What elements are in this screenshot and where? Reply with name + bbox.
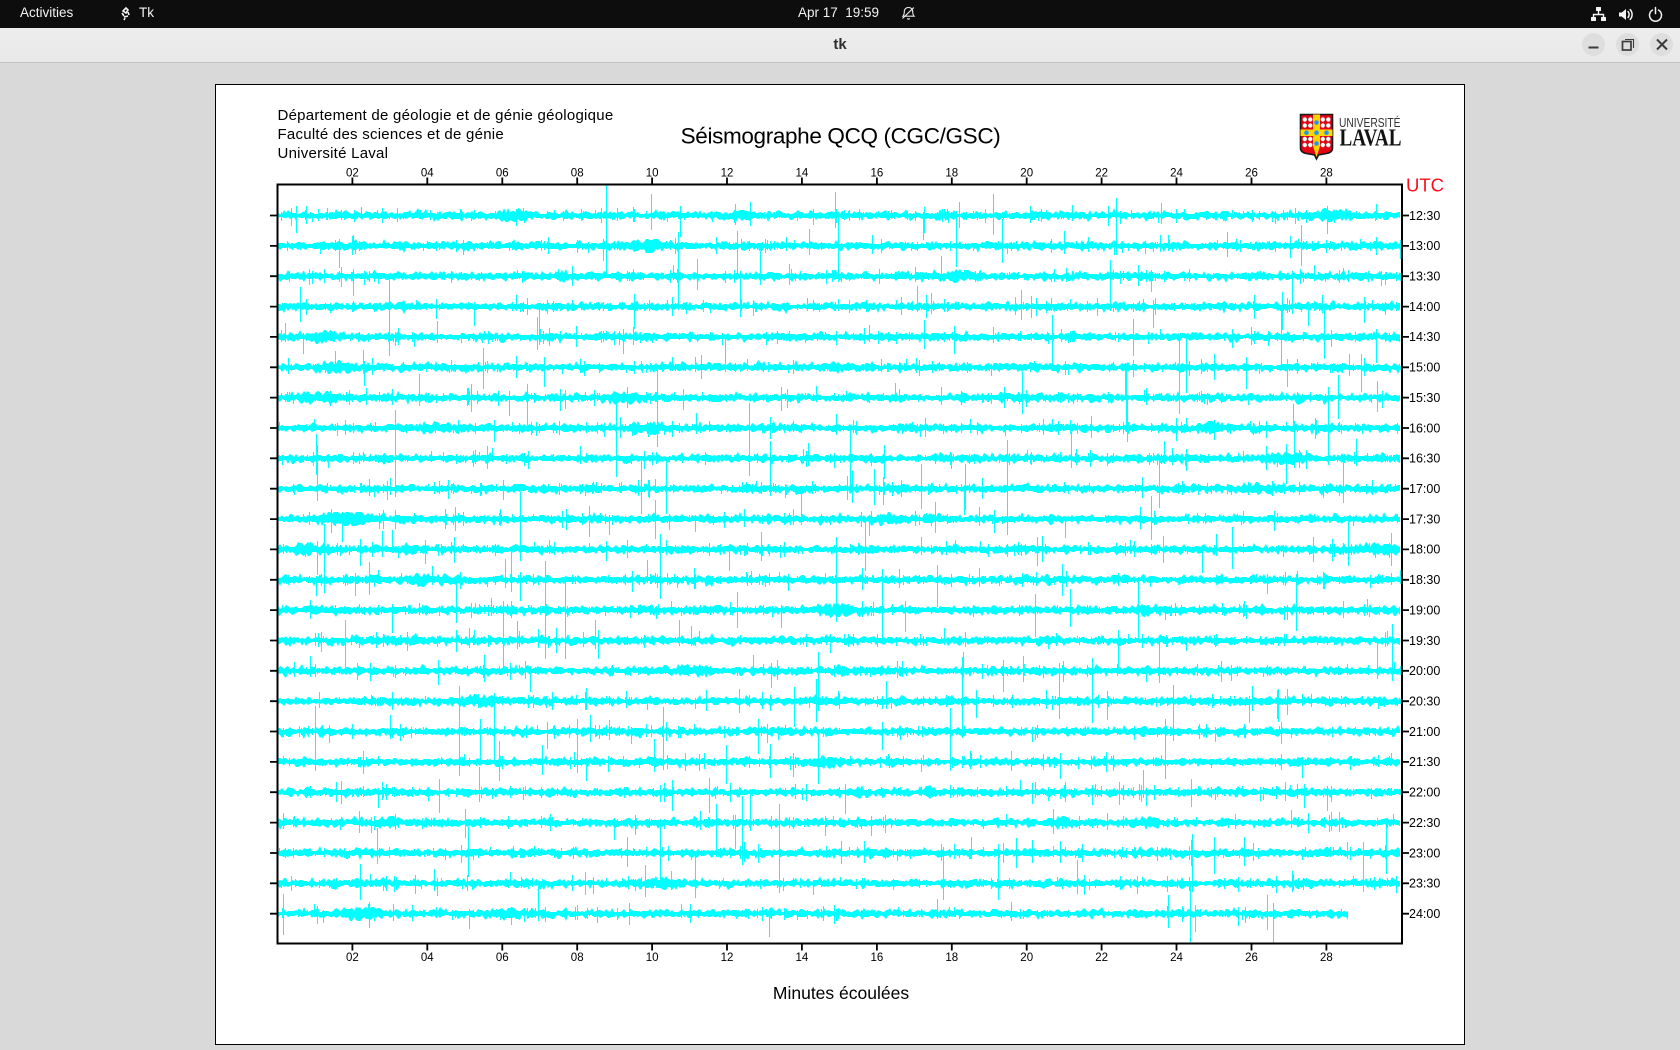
svg-text:17:00: 17:00 <box>1409 482 1440 496</box>
svg-text:Minutes écoulées: Minutes écoulées <box>773 983 909 1003</box>
svg-text:14:30: 14:30 <box>1409 330 1440 344</box>
svg-text:16:00: 16:00 <box>1409 421 1440 435</box>
svg-text:19:00: 19:00 <box>1409 603 1440 617</box>
svg-text:12: 12 <box>721 168 734 180</box>
svg-text:22: 22 <box>1095 168 1108 180</box>
svg-text:12: 12 <box>721 952 734 964</box>
svg-text:28: 28 <box>1320 952 1333 964</box>
svg-text:16: 16 <box>871 168 884 180</box>
svg-text:13:00: 13:00 <box>1409 239 1440 253</box>
svg-text:24: 24 <box>1170 952 1183 964</box>
svg-text:14: 14 <box>796 168 809 180</box>
svg-text:20: 20 <box>1020 952 1033 964</box>
svg-text:16: 16 <box>871 952 884 964</box>
svg-text:14: 14 <box>796 952 809 964</box>
svg-text:02: 02 <box>346 168 359 180</box>
svg-text:13:30: 13:30 <box>1409 270 1440 284</box>
svg-text:24:00: 24:00 <box>1409 907 1440 921</box>
svg-text:06: 06 <box>496 952 509 964</box>
svg-text:06: 06 <box>496 168 509 180</box>
svg-text:28: 28 <box>1320 168 1333 180</box>
svg-text:24: 24 <box>1170 168 1183 180</box>
svg-text:20:30: 20:30 <box>1409 695 1440 709</box>
svg-text:Département de géologie et de: Département de géologie et de génie géol… <box>278 107 614 124</box>
svg-text:18:30: 18:30 <box>1409 573 1440 587</box>
svg-text:Séismographe QCQ (CGC/GSC): Séismographe QCQ (CGC/GSC) <box>681 124 1001 149</box>
svg-text:15:00: 15:00 <box>1409 361 1440 375</box>
svg-text:15:30: 15:30 <box>1409 391 1440 405</box>
svg-text:LAVAL: LAVAL <box>1340 126 1402 152</box>
svg-text:19:30: 19:30 <box>1409 634 1440 648</box>
svg-text:18: 18 <box>945 168 958 180</box>
svg-text:23:00: 23:00 <box>1409 846 1440 860</box>
svg-text:10: 10 <box>646 168 659 180</box>
svg-text:04: 04 <box>421 168 434 180</box>
svg-text:14:00: 14:00 <box>1409 300 1440 314</box>
svg-text:Faculté des sciences et de gén: Faculté des sciences et de génie <box>278 126 504 143</box>
svg-text:26: 26 <box>1245 168 1258 180</box>
svg-text:20: 20 <box>1020 168 1033 180</box>
svg-text:02: 02 <box>346 952 359 964</box>
svg-text:22: 22 <box>1095 952 1108 964</box>
svg-text:08: 08 <box>571 952 584 964</box>
svg-text:22:00: 22:00 <box>1409 786 1440 800</box>
svg-text:12:30: 12:30 <box>1409 209 1440 223</box>
svg-text:23:30: 23:30 <box>1409 877 1440 891</box>
svg-text:10: 10 <box>646 952 659 964</box>
svg-text:22:30: 22:30 <box>1409 816 1440 830</box>
svg-text:Université Laval: Université Laval <box>278 145 389 162</box>
svg-text:16:30: 16:30 <box>1409 452 1440 466</box>
svg-text:UTC: UTC <box>1406 175 1444 196</box>
svg-text:26: 26 <box>1245 952 1258 964</box>
svg-text:08: 08 <box>571 168 584 180</box>
svg-text:18:00: 18:00 <box>1409 543 1440 557</box>
svg-text:04: 04 <box>421 952 434 964</box>
svg-text:17:30: 17:30 <box>1409 512 1440 526</box>
svg-text:20:00: 20:00 <box>1409 664 1440 678</box>
svg-text:21:00: 21:00 <box>1409 725 1440 739</box>
svg-text:18: 18 <box>945 952 958 964</box>
svg-text:21:30: 21:30 <box>1409 755 1440 769</box>
